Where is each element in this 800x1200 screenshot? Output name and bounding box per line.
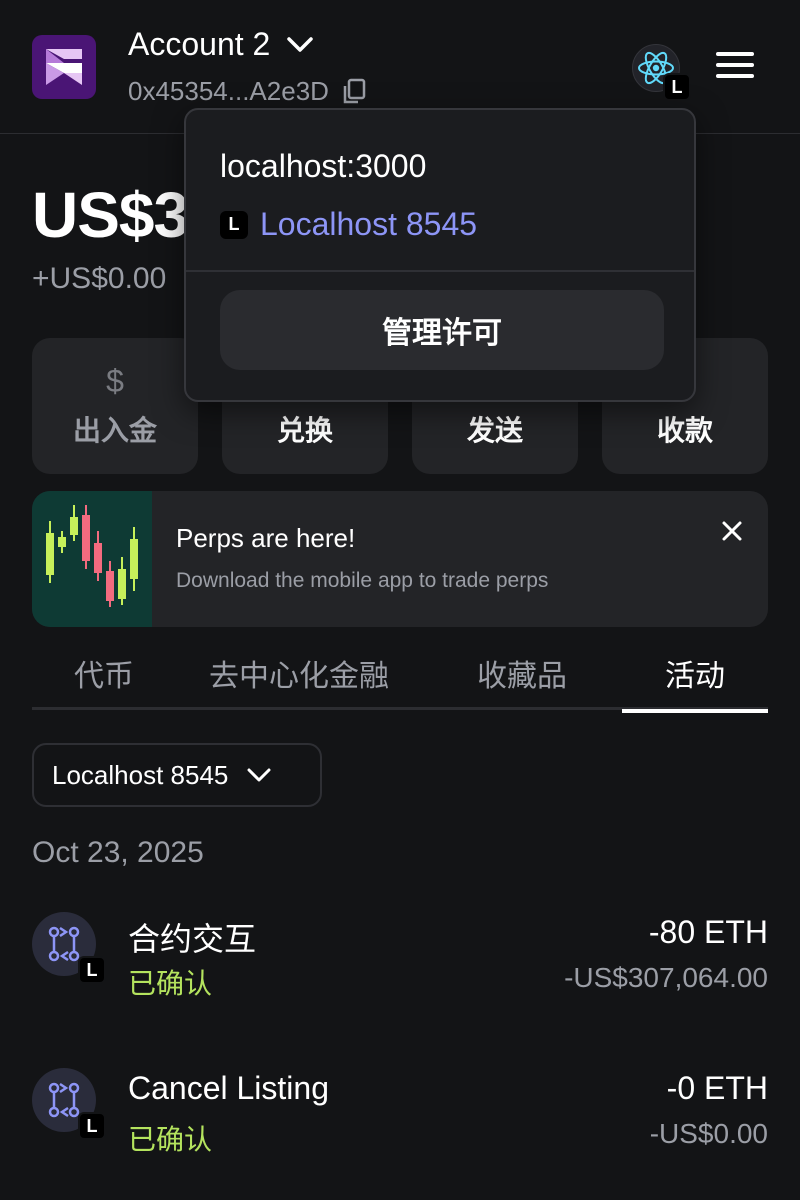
action-label: 发送 (466, 415, 523, 446)
menu-button[interactable] (716, 52, 756, 82)
activity-title: 合约交互 (128, 921, 257, 957)
divider (186, 270, 694, 272)
chevron-down-icon (247, 768, 271, 782)
perps-banner[interactable]: Perps are here! Download the mobile app … (32, 491, 768, 627)
account-address-text: 0x45354...A2e3D (128, 76, 329, 106)
activity-item[interactable]: L Cancel Listing 已确认 -0 ETH -US$0.00 (32, 1068, 768, 1178)
network-badge: L (663, 73, 691, 101)
buy-sell-button[interactable]: $ 出入金 (32, 338, 198, 474)
copy-icon[interactable] (341, 78, 367, 106)
connected-site-popover: localhost:3000 L Localhost 8545 管理许可 (184, 108, 696, 402)
activity-amount: -0 ETH (666, 1070, 768, 1106)
account-name: Account 2 (128, 26, 271, 62)
network-badge: L (78, 1112, 106, 1140)
action-label: 兑换 (276, 415, 333, 446)
activity-date: Oct 23, 2025 (32, 836, 204, 869)
network-badge: L (78, 956, 106, 984)
site-network-name: Localhost 8545 (260, 206, 478, 242)
network-filter-dropdown[interactable]: Localhost 8545 (32, 743, 322, 807)
activity-status: 已确认 (128, 968, 213, 999)
site-origin: localhost:3000 (220, 148, 427, 184)
manage-permissions-button[interactable]: 管理许可 (220, 290, 664, 370)
activity-item[interactable]: L 合约交互 已确认 -80 ETH -US$307,064.00 (32, 912, 768, 1022)
hamburger-icon-line (716, 52, 754, 56)
tab-collectibles[interactable]: 收藏品 (422, 636, 622, 710)
activity-title: Cancel Listing (128, 1070, 329, 1106)
action-label: 收款 (656, 415, 713, 446)
activity-status: 已确认 (128, 1124, 213, 1155)
network-filter-label: Localhost 8545 (52, 759, 229, 790)
connected-site-avatar[interactable]: L (632, 44, 691, 101)
app-logo[interactable] (32, 35, 96, 99)
chevron-down-icon (287, 36, 314, 52)
banner-subtitle: Download the mobile app to trade perps (176, 569, 549, 592)
activity-fiat-amount: -US$307,064.00 (564, 962, 768, 993)
tab-defi[interactable]: 去中心化金融 (176, 636, 422, 710)
dollar-icon: $ (106, 363, 124, 399)
total-balance: US$3 (32, 179, 189, 251)
site-network-link[interactable]: L Localhost 8545 (220, 206, 477, 243)
network-badge: L (220, 210, 248, 239)
balance-change: +US$0.00 (32, 262, 167, 295)
tab-activity[interactable]: 活动 (622, 636, 768, 713)
candlestick-illustration (32, 491, 152, 627)
tab-bar: 代币 去中心化金融 收藏品 活动 (32, 636, 768, 713)
account-address[interactable]: 0x45354...A2e3D (128, 76, 367, 107)
close-icon[interactable] (718, 517, 746, 545)
account-selector[interactable]: Account 2 (128, 26, 314, 63)
activity-fiat-amount: -US$0.00 (649, 1118, 768, 1149)
action-label: 出入金 (72, 415, 157, 446)
tab-tokens[interactable]: 代币 (32, 636, 176, 710)
banner-title: Perps are here! (176, 523, 356, 553)
hamburger-icon-line (716, 63, 754, 67)
activity-amount: -80 ETH (648, 914, 768, 950)
hamburger-icon-line (716, 74, 754, 78)
